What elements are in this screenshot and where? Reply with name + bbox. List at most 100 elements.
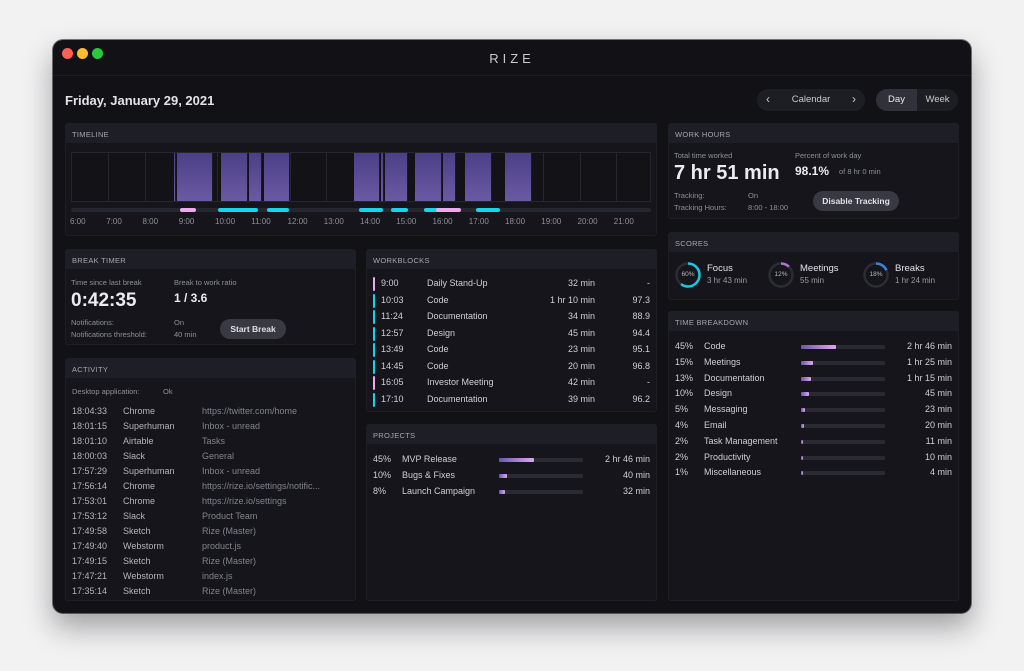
timeline-panel: TIMELINE 6:00 7:00 8:00 9:00 10:00 11:00 12:00… (65, 123, 657, 236)
workblock-row[interactable]: 12:57 Design 45 min 94.4 (373, 326, 650, 341)
workblock-score: 96.2 (632, 393, 650, 404)
activity-row[interactable]: 17:57:29 Superhuman Inbox - unread (72, 466, 349, 480)
timeline-activity-block[interactable] (248, 153, 263, 201)
timeline-activity-block[interactable] (380, 153, 384, 201)
since-break-label: Time since last break (71, 278, 142, 287)
timeline-workblock-mark-focus[interactable] (217, 208, 259, 212)
timeline-activity-block[interactable] (464, 153, 492, 201)
page-title: Friday, January 29, 2021 (65, 93, 215, 108)
breakdown-row[interactable]: 15% Meetings 1 hr 25 min (675, 357, 952, 371)
timeline-hour-label: 6:00 (70, 217, 86, 226)
activity-row[interactable]: 18:01:10 Airtable Tasks (72, 436, 349, 450)
breakdown-percent: 4% (675, 420, 689, 430)
timeline-activity-block[interactable] (414, 153, 442, 201)
score-percent: 60% (681, 271, 695, 278)
timeline-activity-block[interactable] (505, 153, 532, 201)
timeline-activity-block[interactable] (384, 153, 409, 201)
project-bar-fill (499, 474, 507, 478)
start-break-button[interactable]: Start Break (220, 319, 286, 339)
project-time: 2 hr 46 min (604, 454, 650, 464)
timeline-activity-block[interactable] (220, 153, 248, 201)
breakdown-row[interactable]: 45% Code 2 hr 46 min (675, 341, 952, 355)
activity-row[interactable]: 17:53:01 Chrome https://rize.io/settings (72, 496, 349, 510)
breakdown-name: Code (704, 341, 726, 351)
workblock-type-indicator (373, 293, 375, 308)
project-row[interactable]: 45% MVP Release 2 hr 46 min (373, 454, 650, 468)
activity-time: 18:01:15 (72, 421, 108, 431)
workblock-row[interactable]: 10:03 Code 1 hr 10 min 97.3 (373, 293, 650, 308)
breakdown-percent: 10% (675, 388, 694, 399)
workblock-row[interactable]: 16:05 Investor Meeting 42 min - (373, 376, 650, 390)
workblock-duration: 20 min (567, 360, 595, 371)
tab-day[interactable]: Day (876, 89, 917, 111)
total-worked-label: Total time worked (674, 151, 733, 160)
timeline-activity-block[interactable] (177, 153, 214, 201)
timeline-activity-block[interactable] (442, 153, 456, 201)
activity-row[interactable]: 17:49:58 Sketch Rize (Master) (72, 526, 349, 540)
breakdown-row[interactable]: 13% Documentation 1 hr 15 min (675, 373, 952, 387)
disable-tracking-button[interactable]: Disable Tracking (813, 191, 899, 211)
breakdown-row[interactable]: 4% Email 20 min (675, 420, 952, 434)
activity-app: Airtable (123, 436, 154, 446)
timeline-activity-block[interactable] (353, 153, 381, 201)
breakdown-bar-fill (801, 471, 803, 476)
activity-row[interactable]: 17:56:14 Chrome https://rize.io/settings/n… (72, 481, 349, 495)
timeline-hour-label: 15:00 (396, 217, 417, 226)
breakdown-bar-fill (801, 345, 837, 349)
project-bar-fill (499, 458, 535, 462)
timeline-workblock-mark-meeting[interactable] (436, 208, 461, 212)
activity-row[interactable]: 17:53:12 Slack Product Team (72, 511, 349, 525)
activity-time: 18:01:10 (72, 436, 108, 446)
desktop-app-status: Ok (163, 387, 173, 396)
workblock-row[interactable]: 13:49 Code 23 min 95.1 (373, 343, 650, 357)
project-row[interactable]: 8% Launch Campaign 32 min (373, 486, 650, 500)
timeline-workblock-mark-focus[interactable] (266, 208, 289, 212)
activity-detail: Rize (Master) (202, 526, 257, 536)
activity-row[interactable]: 17:49:15 Sketch Rize (Master) (72, 556, 349, 570)
calendar-button[interactable]: Calendar (757, 94, 865, 105)
timeline-hour-label: 21:00 (613, 217, 634, 226)
timeline-workblock-mark-focus[interactable] (359, 208, 383, 212)
workblock-row[interactable]: 17:10 Documentation 39 min 96.2 (373, 392, 650, 407)
breakdown-row[interactable]: 2% Task Management 11 min (675, 436, 952, 450)
activity-row[interactable]: 17:35:14 Sketch Rize (Master) (72, 586, 349, 600)
workblock-duration: 34 min (567, 311, 595, 321)
timeline-activity-block[interactable] (173, 153, 177, 201)
breakdown-name: Messaging (704, 404, 748, 415)
workblock-duration: 45 min (567, 327, 595, 338)
workblock-row[interactable]: 14:45 Code 20 min 96.8 (373, 359, 650, 374)
breakdown-row[interactable]: 1% Miscellaneous 4 min (675, 467, 952, 481)
activity-app: Webstorm (123, 571, 164, 581)
activity-row[interactable]: 18:04:33 Chrome https://twitter.com/home (72, 406, 349, 420)
breakdown-time: 1 hr 25 min (906, 356, 952, 367)
breakdown-name: Task Management (704, 435, 778, 446)
activity-row[interactable]: 18:00:03 Slack General (72, 451, 349, 465)
workblock-track (71, 208, 651, 212)
breakdown-bar-track (801, 439, 885, 444)
timeline-workblock-mark-meeting[interactable] (179, 208, 197, 212)
tab-week[interactable]: Week (917, 89, 958, 111)
timeline-activity-block[interactable] (264, 153, 291, 201)
breakdown-name: Email (704, 420, 727, 430)
breakdown-row[interactable]: 5% Messaging 23 min (675, 404, 952, 418)
breakdown-row[interactable]: 2% Productivity 10 min (675, 452, 952, 466)
chevron-right-icon[interactable]: › (852, 92, 856, 106)
score-name: Meetings (800, 263, 839, 274)
activity-row[interactable]: 17:49:40 Webstorm product.js (72, 541, 349, 555)
breakdown-name: Productivity (704, 451, 751, 462)
timeline-workblock-mark-focus[interactable] (475, 208, 500, 212)
activity-row[interactable]: 18:01:15 Superhuman Inbox - unread (72, 421, 349, 435)
workblock-row[interactable]: 11:24 Documentation 34 min 88.9 (373, 310, 650, 324)
workblock-row[interactable]: 9:00 Daily Stand-Up 32 min - (373, 277, 650, 291)
activity-row[interactable]: 17:47:21 Webstorm index.js (72, 571, 349, 585)
breakdown-row[interactable]: 10% Design 45 min (675, 388, 952, 402)
breakdown-bar-fill (801, 424, 805, 428)
workblock-name: Documentation (427, 311, 488, 321)
timeline-chart[interactable] (71, 152, 651, 202)
activity-app: Superhuman (123, 466, 175, 476)
workblock-time: 16:05 (381, 377, 404, 387)
break-ratio-label: Break to work ratio (174, 278, 237, 287)
project-row[interactable]: 10% Bugs & Fixes 40 min (373, 470, 650, 484)
timeline-workblock-mark-focus[interactable] (390, 208, 409, 212)
breakdown-time: 23 min (924, 404, 952, 415)
